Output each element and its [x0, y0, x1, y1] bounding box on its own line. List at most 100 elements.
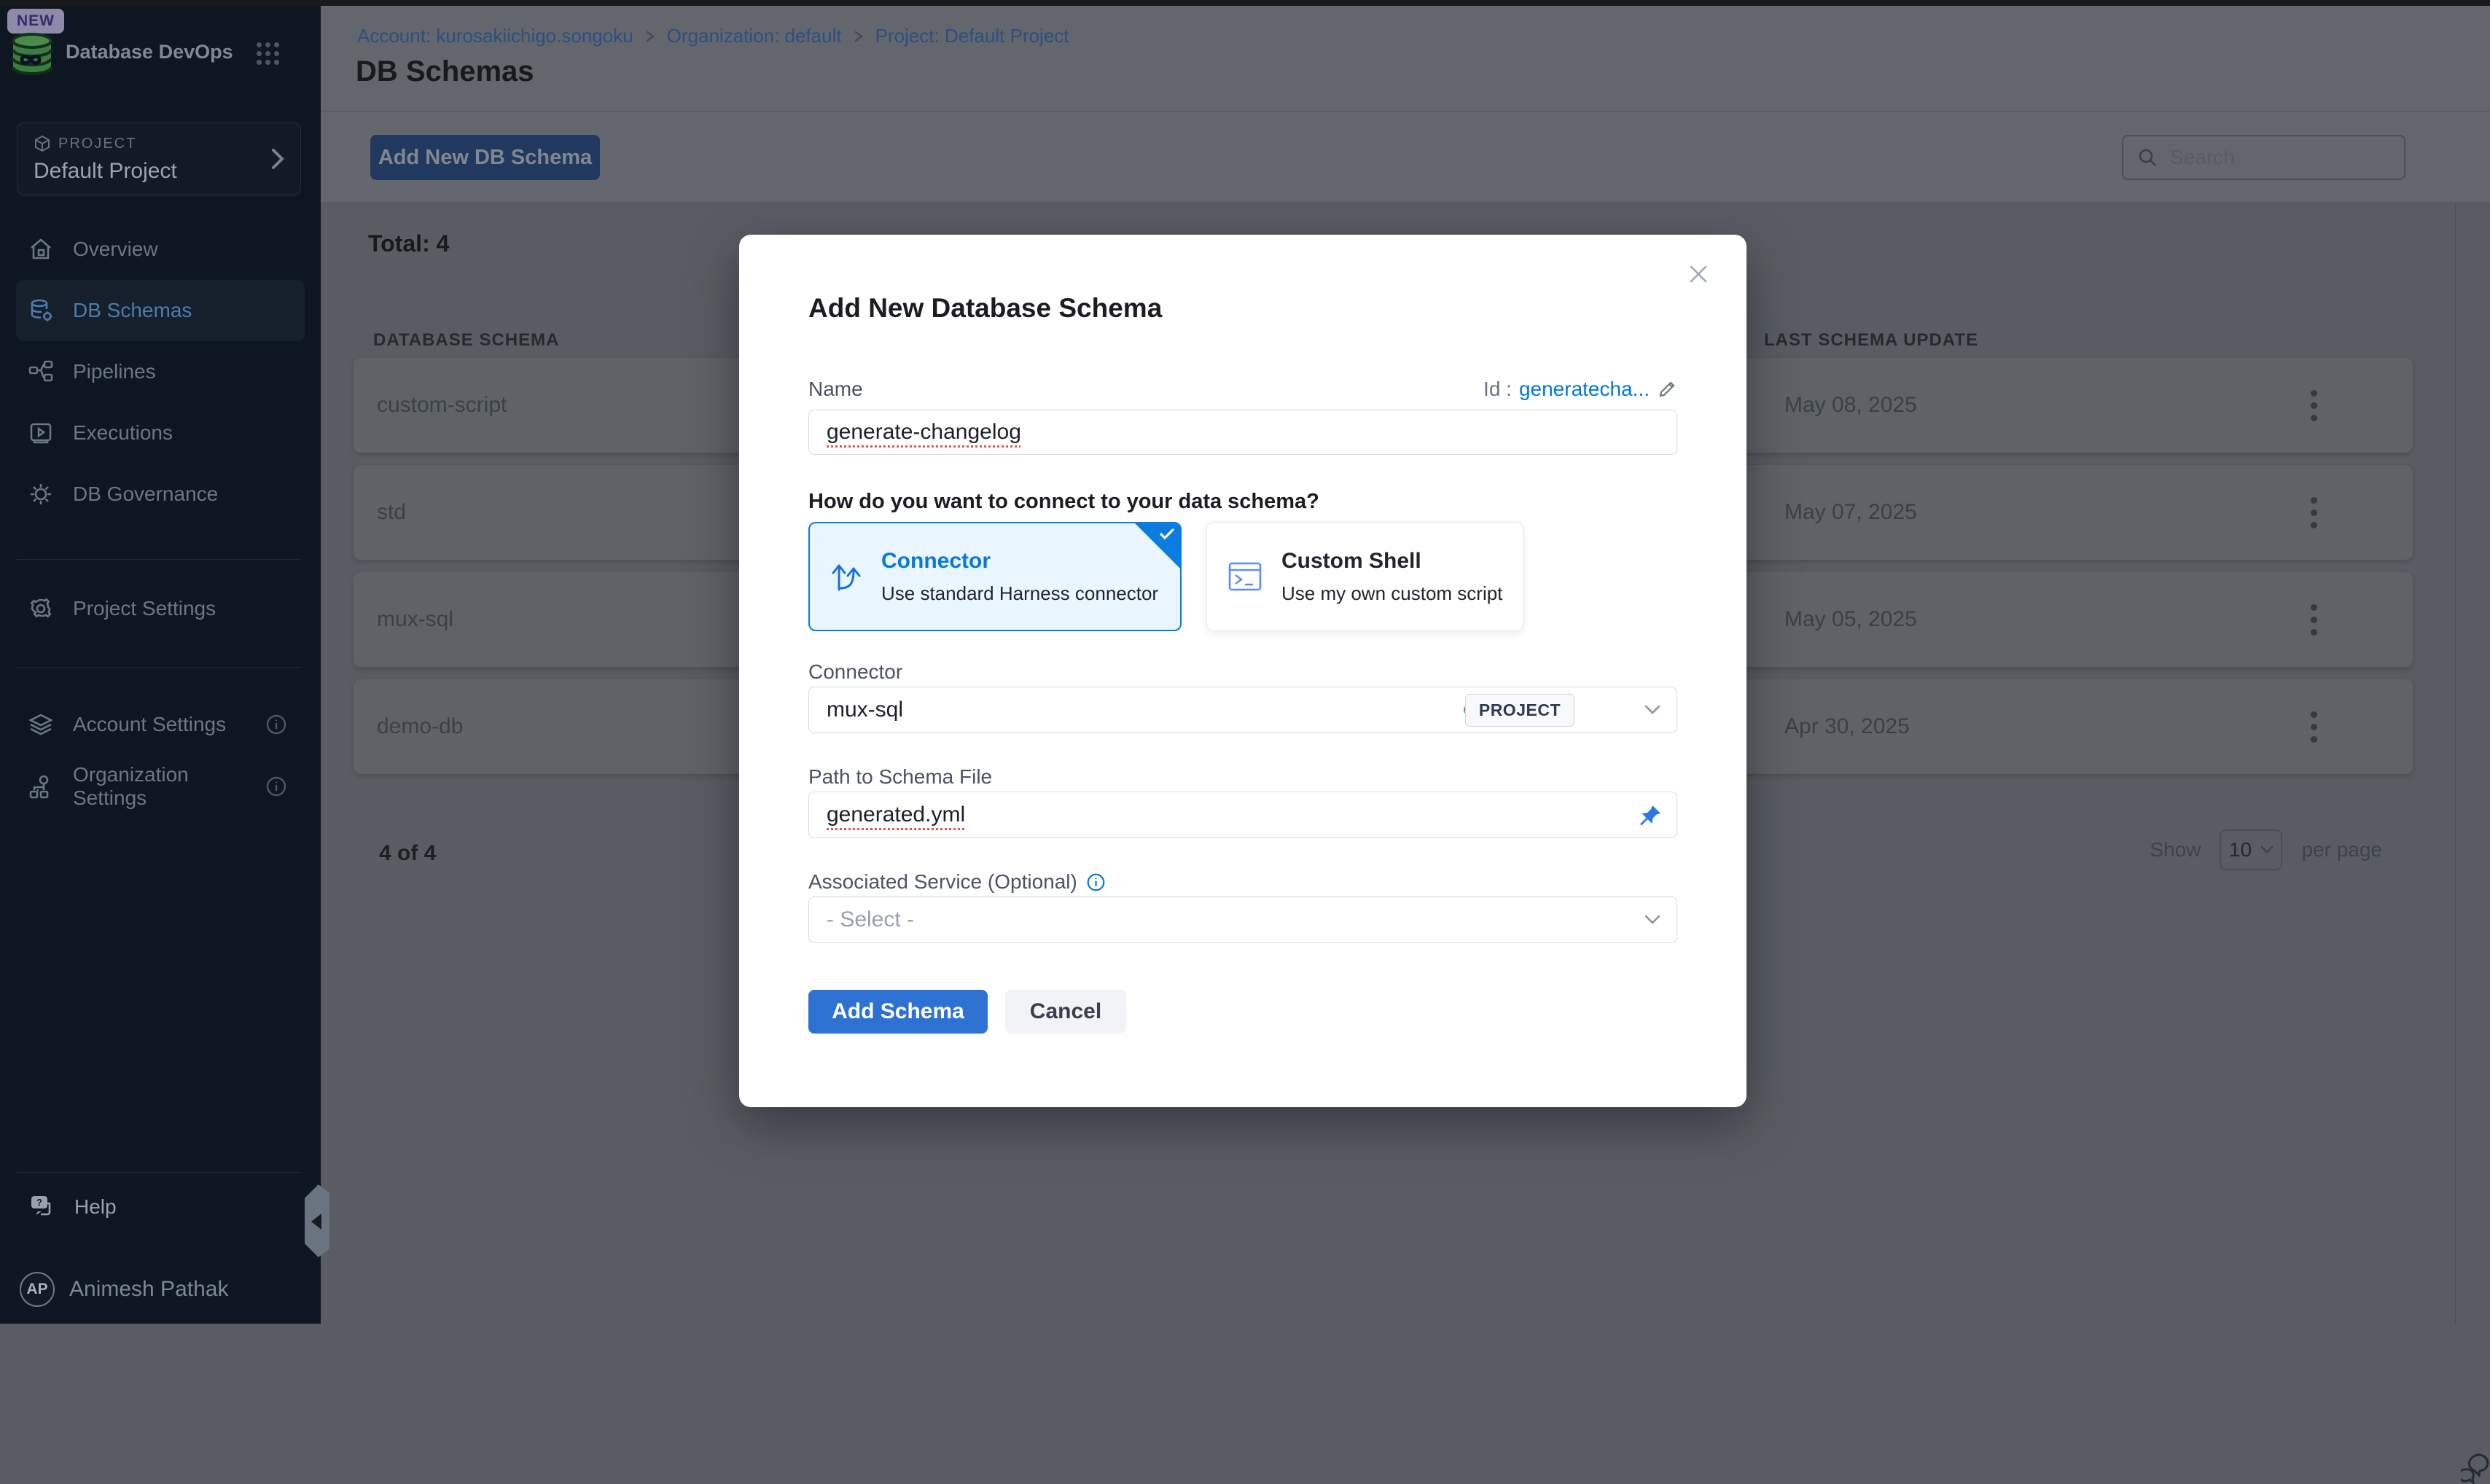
- chat-bubbles-icon[interactable]: [2461, 1450, 2490, 1484]
- search-input[interactable]: Search: [2122, 135, 2405, 180]
- add-schema-button[interactable]: Add Schema: [808, 990, 988, 1034]
- user-name: Animesh Pathak: [69, 1277, 228, 1302]
- id-value-link[interactable]: generatecha...: [1519, 378, 1650, 401]
- sidebar-item-label: Project Settings: [73, 597, 216, 620]
- cube-icon: [34, 135, 51, 152]
- chevron-right-icon: [854, 29, 864, 44]
- entity-id: Id : generatecha...: [1483, 378, 1677, 401]
- page-size-value: 10: [2229, 838, 2252, 862]
- option-title: Connector: [881, 549, 1158, 574]
- sidebar-item-db-schemas[interactable]: DB Schemas: [16, 280, 305, 341]
- option-card-connector[interactable]: Connector Use standard Harness connector: [808, 522, 1182, 631]
- per-page-label: per page: [2301, 838, 2382, 862]
- schema-name: custom-script: [377, 393, 507, 418]
- column-header-last-schema-update: LAST SCHEMA UPDATE: [1764, 330, 1978, 351]
- name-label: Name: [808, 378, 863, 401]
- toolbar: Add New DB Schema Search: [321, 111, 2490, 203]
- kebab-menu-icon[interactable]: [2298, 487, 2329, 538]
- sidebar-item-label: Help: [74, 1195, 117, 1219]
- breadcrumb-organization[interactable]: Organization: default: [667, 25, 842, 47]
- schema-last-update: Apr 30, 2025: [1784, 714, 1910, 739]
- home-icon: [28, 236, 54, 262]
- sidebar-item-label: Organization Settings: [73, 763, 246, 810]
- db-schema-icon: [28, 297, 54, 324]
- org-hierarchy-icon: [28, 773, 54, 800]
- modal-title: Add New Database Schema: [808, 293, 1162, 324]
- sidebar-divider: [17, 1172, 301, 1173]
- window-top-edge: [0, 0, 2490, 6]
- sidebar-item-help[interactable]: ? Help: [16, 1176, 305, 1238]
- option-title: Custom Shell: [1281, 549, 1502, 574]
- chevron-right-icon: [645, 29, 655, 44]
- project-selector-name: Default Project: [34, 159, 300, 184]
- new-badge: NEW: [7, 9, 64, 34]
- search-icon: [2136, 147, 2158, 168]
- sidebar-divider: [17, 559, 301, 560]
- schema-last-update: May 08, 2025: [1784, 393, 1917, 418]
- sidebar-item-pipelines[interactable]: Pipelines: [16, 341, 305, 402]
- associated-service-select[interactable]: - Select -: [808, 897, 1677, 943]
- info-icon: [265, 714, 287, 735]
- associated-service-label-row: Associated Service (Optional): [808, 870, 1677, 894]
- option-card-custom-shell[interactable]: Custom Shell Use my own custom script: [1206, 522, 1523, 631]
- service-placeholder: - Select -: [827, 907, 914, 932]
- cancel-button[interactable]: Cancel: [1005, 990, 1126, 1034]
- sidebar-item-project-settings[interactable]: Project Settings: [16, 578, 305, 639]
- connector-label: Connector: [808, 660, 1677, 684]
- kebab-menu-icon[interactable]: [2298, 380, 2329, 431]
- governance-gear-icon: [28, 481, 54, 507]
- avatar: AP: [20, 1272, 55, 1307]
- page-title: DB Schemas: [356, 55, 534, 88]
- info-icon: [265, 776, 287, 797]
- app-grid-menu-icon[interactable]: [257, 42, 278, 64]
- kebab-menu-icon[interactable]: [2298, 594, 2329, 645]
- name-field-header: Name Id : generatecha...: [808, 378, 1677, 401]
- sidebar-item-account-settings[interactable]: Account Settings: [16, 694, 305, 755]
- chevron-right-icon: [270, 147, 286, 171]
- sidebar-nav: Overview DB Schemas Pipelines: [0, 219, 321, 525]
- sidebar-item-executions[interactable]: Executions: [16, 402, 305, 464]
- schema-name: demo-db: [377, 714, 463, 739]
- svg-text:?: ?: [36, 1197, 42, 1208]
- check-icon: [1159, 528, 1175, 541]
- path-input[interactable]: generated.yml: [808, 792, 1677, 838]
- add-db-schema-button[interactable]: Add New DB Schema: [370, 135, 600, 180]
- pagination-range: 4 of 4: [379, 841, 436, 866]
- pin-icon[interactable]: [1634, 800, 1666, 832]
- connector-select[interactable]: mux-sql PROJECT: [808, 687, 1677, 733]
- pipelines-icon: [28, 359, 54, 385]
- total-count: Total: 4: [368, 230, 449, 257]
- breadcrumb: Account: kurosakiichigo.songoku Organiza…: [357, 25, 1069, 47]
- sidebar-item-db-governance[interactable]: DB Governance: [16, 464, 305, 525]
- project-selector[interactable]: PROJECT Default Project: [17, 122, 301, 195]
- app-title: Database DevOps: [66, 41, 233, 63]
- connection-options: Connector Use standard Harness connector…: [808, 522, 1677, 631]
- breadcrumb-project[interactable]: Project: Default Project: [875, 25, 1069, 47]
- breadcrumb-account[interactable]: Account: kurosakiichigo.songoku: [357, 25, 633, 47]
- info-icon[interactable]: [1086, 872, 1106, 892]
- sidebar-item-organization-settings[interactable]: Organization Settings: [16, 756, 305, 817]
- connector-arrows-icon: [830, 559, 862, 594]
- close-icon[interactable]: [1687, 262, 1710, 286]
- sidebar-item-label: DB Governance: [73, 483, 218, 506]
- connection-question: How do you want to connect to your data …: [808, 490, 1677, 514]
- scope-badge: PROJECT: [1465, 694, 1574, 727]
- chevron-down-icon: [1644, 915, 1660, 925]
- schema-last-update: May 07, 2025: [1784, 500, 1917, 525]
- edit-pencil-icon[interactable]: [1657, 379, 1677, 399]
- kebab-menu-icon[interactable]: [2298, 701, 2329, 752]
- database-devops-logo: [9, 32, 55, 76]
- page-size-select[interactable]: 10: [2220, 829, 2282, 870]
- chevron-down-icon: [2260, 846, 2274, 854]
- option-subtitle: Use my own custom script: [1281, 582, 1502, 605]
- sidebar-item-label: Overview: [73, 238, 158, 261]
- user-menu[interactable]: AP Animesh Pathak: [16, 1259, 305, 1320]
- name-input[interactable]: generate-changelog: [808, 410, 1677, 455]
- settings-gear-icon: [28, 595, 54, 622]
- sidebar-item-overview[interactable]: Overview: [16, 219, 305, 280]
- executions-icon: [28, 420, 54, 446]
- path-label: Path to Schema File: [808, 765, 1677, 789]
- right-rail-divider: [2455, 203, 2456, 1324]
- path-input-value: generated.yml: [827, 802, 965, 827]
- show-label: Show: [2150, 838, 2201, 862]
